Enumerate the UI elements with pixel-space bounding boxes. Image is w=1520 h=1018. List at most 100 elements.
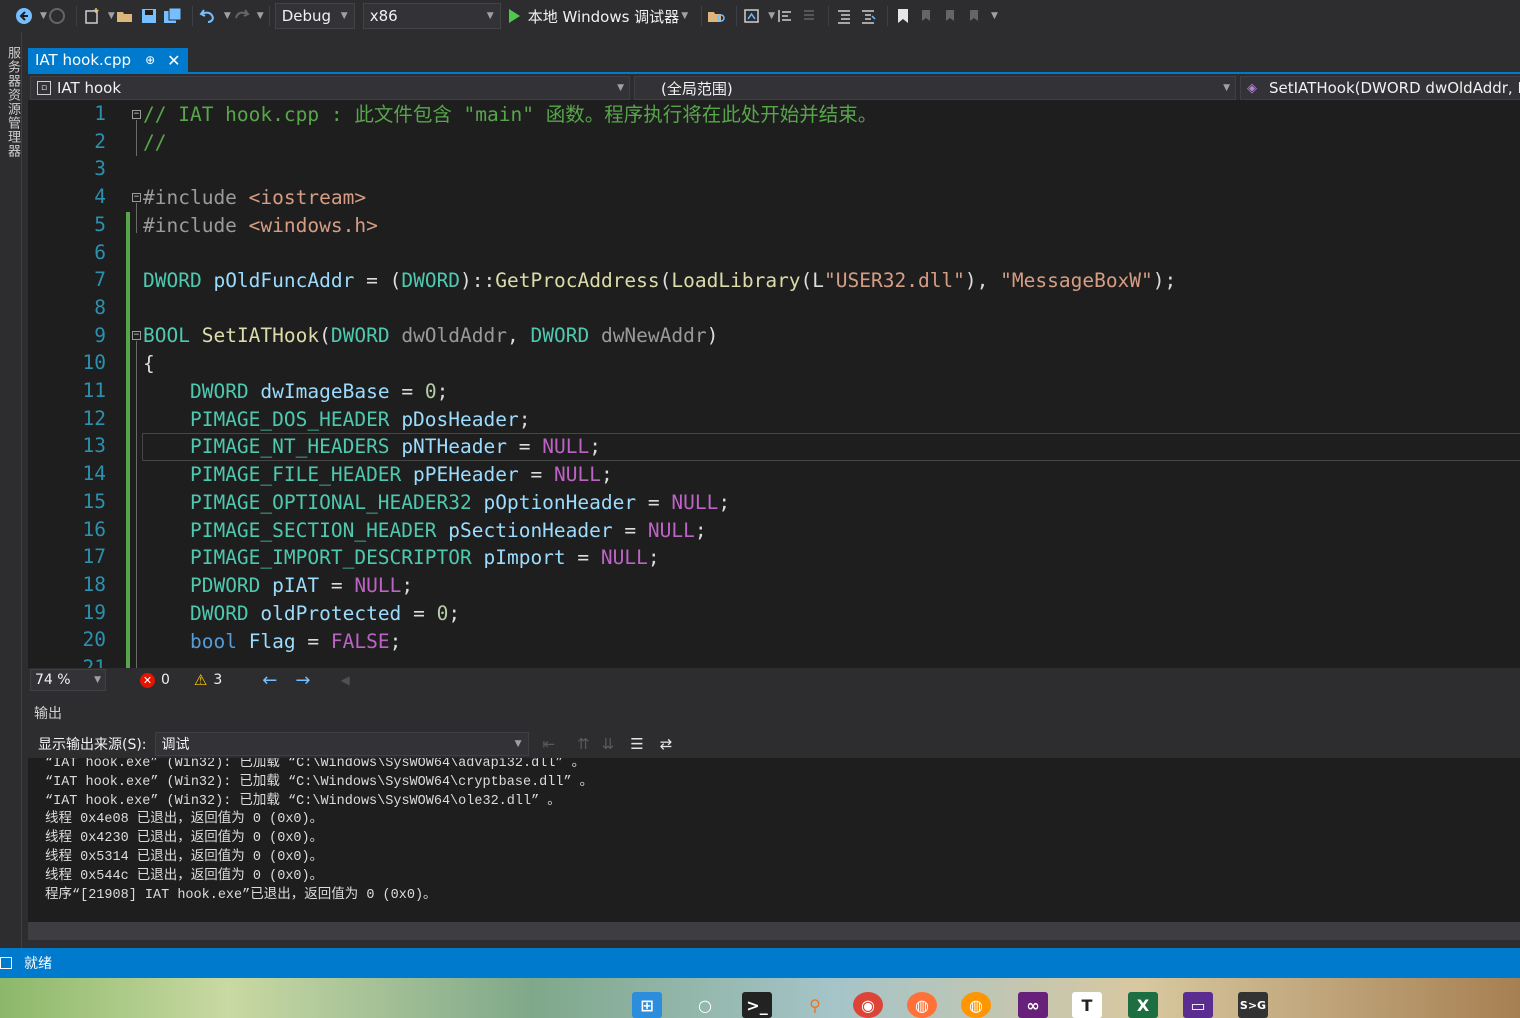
fold-guide xyxy=(136,341,137,668)
collapse-icon[interactable]: − xyxy=(132,110,141,119)
zoom-select[interactable]: 74 % ▼ xyxy=(30,669,106,691)
typora-icon[interactable]: T xyxy=(1072,992,1102,1018)
navigate-backward-icon[interactable]: ← xyxy=(262,670,277,691)
start-icon[interactable]: ⊞ xyxy=(632,992,662,1018)
find-message-icon[interactable]: ⇤ xyxy=(543,735,556,753)
separator xyxy=(191,6,193,26)
new-project-icon[interactable] xyxy=(82,4,102,28)
browser-link-icon[interactable] xyxy=(742,4,762,28)
code-line: // xyxy=(143,131,167,154)
line-number: 21 xyxy=(82,656,106,668)
separator xyxy=(701,6,703,26)
output-text[interactable]: “IAT hook.exe” (Win32): 已加载 “C:\Windows\… xyxy=(28,758,1520,922)
comment-lines-icon[interactable] xyxy=(834,4,854,28)
start-debugger-button[interactable]: 本地 Windows 调试器 ▼ xyxy=(508,6,688,27)
chrome-icon[interactable]: ◉ xyxy=(853,992,883,1018)
code-line: BOOL SetIATHook(DWORD dwOldAddr, DWORD d… xyxy=(143,324,719,347)
line-number: 12 xyxy=(82,406,106,430)
toolbar-overflow-icon[interactable]: ▼ xyxy=(991,11,998,21)
line-number: 19 xyxy=(82,600,106,624)
config-value: Debug xyxy=(281,7,332,25)
new-project-dropdown-icon[interactable]: ▼ xyxy=(108,11,115,21)
search-icon[interactable]: ○ xyxy=(690,992,720,1018)
code-line: PDWORD pIAT = NULL; xyxy=(189,574,414,597)
platform-select[interactable]: x86 ▼ xyxy=(362,3,501,29)
main-toolbar: ▼ ▼ ▼ ▼ Debug ▼ x86 ▼ 本地 Windows 调试器 ▼ ▼… xyxy=(0,0,1520,32)
output-source-select[interactable]: 调试 ▼ xyxy=(154,732,529,756)
redo-icon[interactable] xyxy=(231,4,251,28)
code-line: PIMAGE_FILE_HEADER pPEHeader = NULL; xyxy=(189,463,613,486)
word-wrap-icon[interactable]: ⇄ xyxy=(660,735,673,753)
line-number: 10 xyxy=(82,351,106,375)
line-number-gutter: 1 2 3 4 5 6 7 8 9 10 11 12 13 14 15 16 17 18 19 20 21 xyxy=(28,100,132,668)
firefox-dev-icon[interactable]: ◍ xyxy=(961,992,991,1018)
tab-iat-hook-cpp[interactable]: IAT hook.cpp ⊕ ✕ xyxy=(28,48,188,72)
open-file-icon[interactable] xyxy=(115,4,135,28)
code-line: bool Flag = FALSE; xyxy=(189,630,402,653)
firefox-icon[interactable]: ◍ xyxy=(907,992,937,1018)
pin-icon[interactable]: ⊕ xyxy=(145,53,155,67)
member-dropdown[interactable]: ◈ SetIATHook(DWORD dwOldAddr, D xyxy=(1240,76,1520,100)
output-panel-title: 输出 xyxy=(34,706,62,722)
next-message-icon[interactable]: ⇊ xyxy=(602,735,615,753)
prev-message-icon[interactable]: ⇈ xyxy=(577,735,590,753)
uncomment-lines-icon[interactable] xyxy=(858,4,878,28)
output-line: 程序“[21908] IAT hook.exe”已退出，返回值为 0 (0x0)… xyxy=(45,887,437,903)
scope-value: (全局范围) xyxy=(661,79,733,98)
error-count-button[interactable]: ✕ 0 xyxy=(140,672,170,688)
output-horizontal-scrollbar[interactable] xyxy=(28,922,1520,940)
undo-dropdown-icon[interactable]: ▼ xyxy=(224,11,231,21)
server-explorer-tab[interactable]: 服务器资源管理器 xyxy=(0,32,22,948)
chevron-down-icon: ▼ xyxy=(94,675,101,685)
output-line: “IAT hook.exe” (Win32): 已加载 “C:\Windows\… xyxy=(45,793,561,809)
chevron-down-icon[interactable]: ▼ xyxy=(681,11,688,21)
save-all-icon[interactable] xyxy=(163,4,183,28)
clear-bookmarks-icon[interactable] xyxy=(965,4,985,28)
bookmark-icon[interactable] xyxy=(893,4,913,28)
start-debugger-label: 本地 Windows 调试器 xyxy=(527,7,680,26)
code-line: DWORD pOldFuncAddr = (DWORD)::GetProcAdd… xyxy=(143,269,1177,292)
close-icon[interactable]: ✕ xyxy=(167,51,180,70)
terminal-icon[interactable]: >_ xyxy=(742,992,772,1018)
collapse-icon[interactable]: − xyxy=(132,331,141,340)
prev-bookmark-icon[interactable] xyxy=(917,4,937,28)
windows-taskbar: ⊞ ○ >_ ⚲ ◉ ◍ ◍ ∞ T X ▭ S>G xyxy=(0,978,1520,1018)
next-bookmark-icon[interactable] xyxy=(941,4,961,28)
excel-icon[interactable]: X xyxy=(1128,992,1158,1018)
visual-studio-icon[interactable]: ∞ xyxy=(1018,992,1048,1018)
collapse-icon[interactable]: − xyxy=(132,193,141,202)
code-editor[interactable]: 1 2 3 4 5 6 7 8 9 10 11 12 13 14 15 16 17 18 19 20 21 − − − … xyxy=(28,100,1520,668)
clear-all-icon[interactable]: ☰ xyxy=(630,735,643,753)
error-count: 0 xyxy=(161,672,170,688)
undo-icon[interactable] xyxy=(198,4,218,28)
fold-guide xyxy=(136,120,137,156)
save-icon[interactable] xyxy=(139,4,159,28)
back-icon[interactable] xyxy=(14,4,34,28)
warning-count: 3 xyxy=(213,672,223,688)
redo-dropdown-icon[interactable]: ▼ xyxy=(257,11,264,21)
back-dropdown-icon[interactable]: ▼ xyxy=(40,11,47,21)
scope-dropdown[interactable]: (全局范围) ▼ xyxy=(634,76,1236,100)
zoom-value: 74 % xyxy=(35,672,71,688)
step-over-icon[interactable] xyxy=(799,4,819,28)
console-app-icon[interactable]: ▭ xyxy=(1183,992,1213,1018)
step-into-icon[interactable] xyxy=(775,4,795,28)
output-source-value: 调试 xyxy=(161,737,190,753)
find-in-files-icon[interactable] xyxy=(707,4,727,28)
platform-value: x86 xyxy=(369,7,398,25)
code-line: PIMAGE_DOS_HEADER pDosHeader; xyxy=(189,408,531,431)
line-number: 7 xyxy=(94,268,106,292)
code-line: #include <windows.h> xyxy=(143,214,378,237)
scroll-left-icon[interactable]: ◀ xyxy=(340,673,349,687)
config-select[interactable]: Debug ▼ xyxy=(274,3,355,29)
project-dropdown[interactable]: ▫ IAT hook ▼ xyxy=(30,76,630,100)
browser-link-dropdown-icon[interactable]: ▼ xyxy=(768,11,775,21)
project-name: IAT hook xyxy=(57,79,121,97)
sxg-app-icon[interactable]: S>G xyxy=(1238,992,1268,1018)
chevron-down-icon: ▼ xyxy=(486,11,494,21)
forward-icon[interactable] xyxy=(47,4,67,28)
warning-count-button[interactable]: ⚠ 3 xyxy=(194,671,222,689)
code-line: DWORD dwImageBase = 0; xyxy=(189,380,449,403)
search-tool-icon[interactable]: ⚲ xyxy=(800,992,830,1018)
navigate-forward-icon[interactable]: → xyxy=(295,670,310,691)
